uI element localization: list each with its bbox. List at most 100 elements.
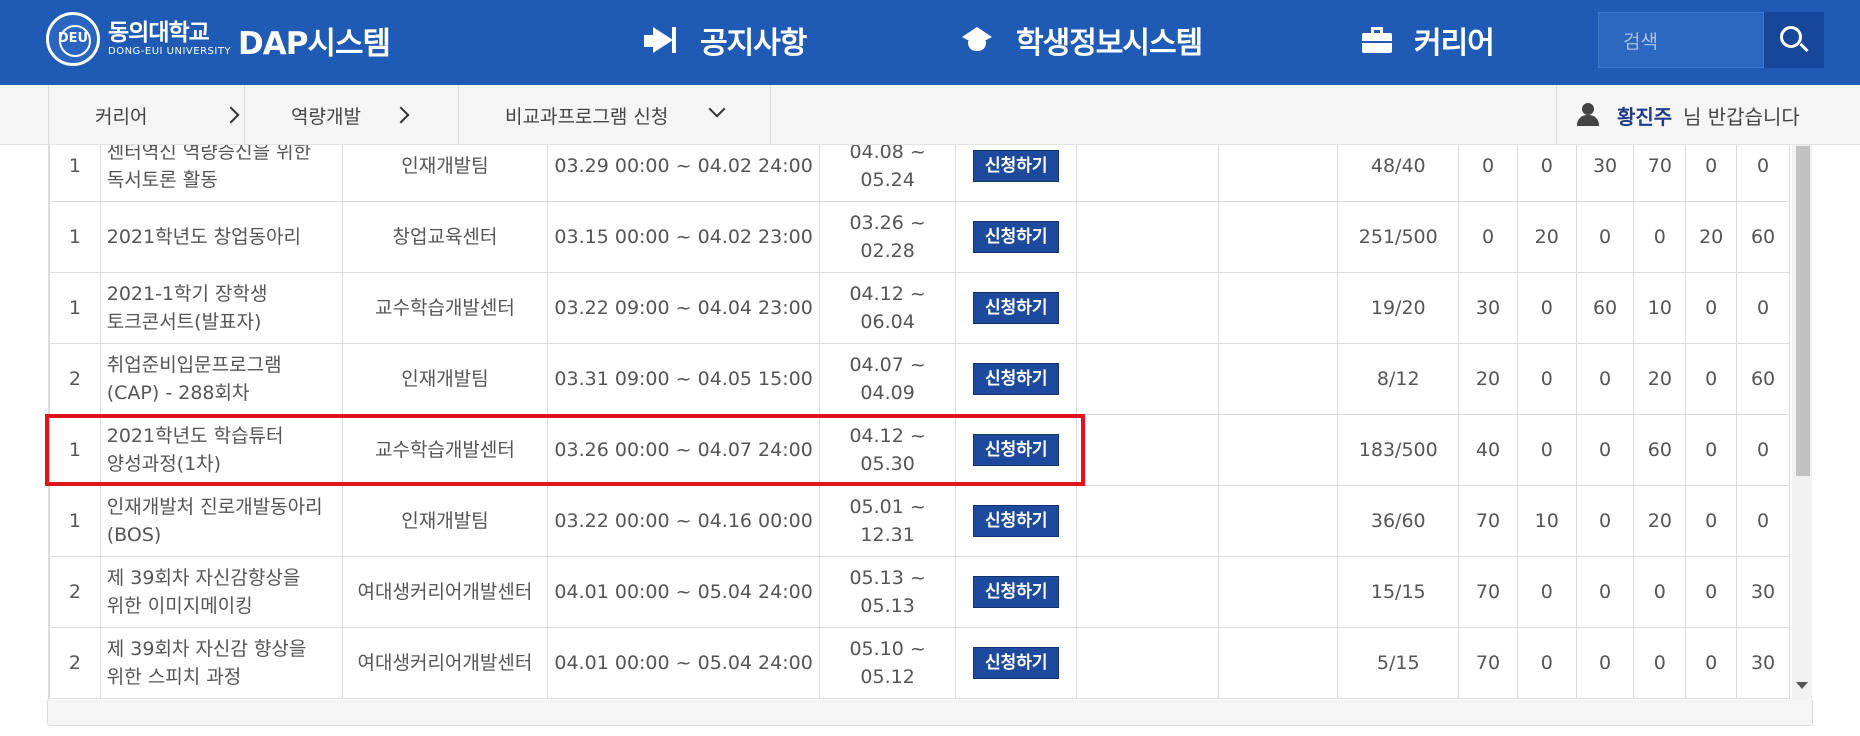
- cell-empty: [1076, 145, 1220, 202]
- score-value: 0: [1705, 652, 1718, 674]
- cell-empty: [1218, 201, 1339, 273]
- cell-run-period: 05.01 ~ 12.31: [818, 485, 957, 557]
- cell-quota: 19/20: [1337, 272, 1460, 344]
- search-button[interactable]: [1764, 12, 1824, 68]
- cell-quota: 48/40: [1337, 145, 1460, 202]
- score-value: 0: [1705, 155, 1718, 177]
- quota: 36/60: [1370, 510, 1426, 532]
- apply-button[interactable]: 신청하기: [973, 505, 1060, 537]
- cell-score: 0: [1516, 145, 1577, 202]
- run-start: 04.07 ~: [849, 354, 926, 376]
- cell-apply-period: 03.22 00:00 ~ 04.16 00:00: [547, 485, 820, 557]
- score-value: 0: [1540, 297, 1553, 319]
- apply-button[interactable]: 신청하기: [973, 647, 1060, 679]
- system-title[interactable]: DAP시스템: [238, 18, 391, 63]
- table-row: 1 센터역신 역량증신을 위한 독서토론 활동 인재개발팀 03.29 00:00 ~ …: [49, 145, 1790, 202]
- cell-apply: 신청하기: [955, 272, 1078, 344]
- cell-score: 0: [1736, 485, 1790, 557]
- megaphone-icon: [644, 27, 678, 53]
- table-row: 2 취업준비입문프로그램 (CAP) - 288회차 인재개발팀 03.31 09:00…: [49, 343, 1790, 415]
- breadcrumb-competency[interactable]: 역량개발: [244, 85, 458, 145]
- department: 인재개발팀: [401, 368, 489, 390]
- run-start: 04.12 ~: [849, 283, 926, 305]
- quota: 48/40: [1370, 155, 1426, 177]
- cell-empty: [1076, 485, 1220, 557]
- run-start: 05.01 ~: [849, 496, 926, 518]
- cell-score: 0: [1516, 627, 1577, 699]
- nav-career[interactable]: 커리어: [1362, 18, 1495, 62]
- score-value: 0: [1653, 226, 1666, 248]
- cell-apply-period: 03.31 09:00 ~ 04.05 15:00: [547, 343, 820, 415]
- chevron-right-icon: [222, 106, 240, 124]
- apply-button[interactable]: 신청하기: [973, 363, 1060, 395]
- scroll-down-arrow-icon[interactable]: [1796, 682, 1808, 689]
- department: 여대생커리어개발센터: [357, 652, 533, 674]
- cell-score: 0: [1685, 485, 1738, 557]
- cell-run-period: 04.12 ~ 06.04: [818, 272, 957, 344]
- table-row: 2 제 39회차 자신감 향상을 위한 스피치 과정 여대생커리어개발센터 04.01 …: [49, 627, 1790, 699]
- quota: 8/12: [1376, 368, 1420, 390]
- quota: 183/500: [1358, 439, 1438, 461]
- cell-no: 1: [49, 485, 101, 557]
- score-value: 0: [1540, 652, 1553, 674]
- score-value: 0: [1540, 368, 1553, 390]
- run-end: 05.30: [860, 453, 915, 475]
- cell-empty: [1218, 343, 1339, 415]
- table-row: 1 2021학년도 창업동아리 창업교육센터 03.15 00:00 ~ 04.02 …: [49, 201, 1790, 273]
- nav-student-info[interactable]: 학생정보시스템: [960, 18, 1203, 62]
- score-value: 0: [1599, 226, 1612, 248]
- department: 교수학습개발센터: [375, 297, 515, 319]
- nav-notice[interactable]: 공지사항: [644, 18, 807, 62]
- breadcrumb-career[interactable]: 커리어: [48, 85, 244, 145]
- university-logo[interactable]: DEU 동의대학교 DONG-EUI UNIVERSITY: [46, 12, 231, 66]
- apply-period: 04.01 00:00 ~ 05.04 24:00: [554, 581, 813, 603]
- cell-quota: 5/15: [1337, 627, 1460, 699]
- apply-button[interactable]: 신청하기: [973, 221, 1060, 253]
- cell-empty: [1076, 627, 1220, 699]
- cell-department: 창업교육센터: [341, 201, 549, 273]
- cell-quota: 8/12: [1337, 343, 1460, 415]
- program-name-line2: 양성과정(1차): [106, 453, 222, 475]
- cell-score: 20: [1685, 201, 1738, 273]
- cell-score: 0: [1685, 414, 1738, 486]
- apply-button[interactable]: 신청하기: [973, 150, 1060, 182]
- user-name: 황진주: [1617, 104, 1673, 129]
- cell-department: 교수학습개발센터: [341, 414, 549, 486]
- score-value: 0: [1705, 368, 1718, 390]
- cell-department: 여대생커리어개발센터: [341, 627, 549, 699]
- cell-score: 0: [1685, 556, 1738, 628]
- cell-score: 60: [1633, 414, 1687, 486]
- apply-period: 03.29 00:00 ~ 04.02 24:00: [554, 155, 813, 177]
- apply-button[interactable]: 신청하기: [973, 434, 1060, 466]
- row-number: 2: [68, 368, 81, 390]
- cell-department: 교수학습개발센터: [341, 272, 549, 344]
- cell-score: 0: [1685, 272, 1738, 344]
- score-value: 0: [1481, 226, 1495, 248]
- breadcrumb-program-apply-dropdown[interactable]: 비교과프로그램 신청: [458, 85, 770, 145]
- score-value: 60: [1647, 439, 1672, 461]
- quota: 15/15: [1370, 581, 1426, 603]
- score-value: 0: [1705, 297, 1718, 319]
- cell-score: 30: [1736, 556, 1790, 628]
- score-value: 70: [1475, 510, 1501, 532]
- cell-score: 20: [1458, 343, 1518, 415]
- score-value: 0: [1599, 510, 1612, 532]
- nav-career-label: 커리어: [1414, 26, 1495, 61]
- cell-score: 60: [1575, 272, 1635, 344]
- scrollbar-thumb[interactable]: [1796, 146, 1810, 476]
- cell-no: 1: [49, 414, 101, 486]
- score-value: 0: [1599, 652, 1612, 674]
- score-value: 0: [1705, 581, 1718, 603]
- search-input[interactable]: 검색: [1598, 12, 1764, 68]
- score-value: 0: [1540, 155, 1553, 177]
- apply-period: 03.22 00:00 ~ 04.16 00:00: [554, 510, 813, 532]
- score-value: 60: [1750, 368, 1776, 390]
- score-value: 0: [1756, 297, 1770, 319]
- apply-button[interactable]: 신청하기: [973, 576, 1060, 608]
- cell-score: 30: [1458, 272, 1518, 344]
- program-name-line2: 위한 이미지메이킹: [106, 595, 253, 617]
- apply-button[interactable]: 신청하기: [973, 292, 1060, 324]
- breadcrumb: 커리어 역량개발 비교과프로그램 신청 황진주 님 반갑습니다: [0, 85, 1860, 145]
- cell-apply: 신청하기: [955, 145, 1078, 202]
- cell-score: 0: [1575, 343, 1635, 415]
